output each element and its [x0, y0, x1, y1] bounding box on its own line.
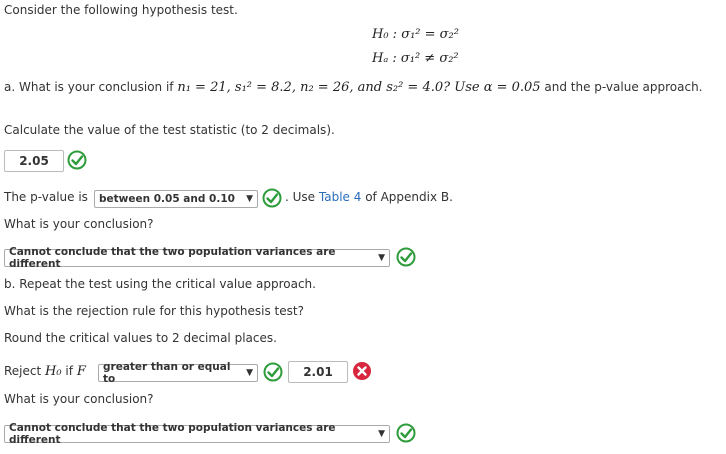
check-icon — [262, 188, 282, 208]
x-icon — [353, 362, 371, 380]
round-prompt: Round the critical values to 2 decimal p… — [4, 331, 277, 345]
part-a-question: a. What is your conclusion if n₁ = 21, s… — [4, 80, 703, 95]
conclusion-select-b[interactable]: Cannot conclude that the two population … — [4, 422, 390, 446]
pvalue-suffix: . Use Table 4 of Appendix B. — [285, 190, 453, 204]
part-a-question-prefix: a. What is your conclusion if — [4, 80, 174, 94]
check-icon — [396, 423, 416, 443]
rejection-rule-select[interactable]: greater than or equal to ▼ — [98, 361, 258, 385]
conclusion-prompt-a: What is your conclusion? — [4, 217, 154, 231]
chevron-down-icon: ▼ — [378, 253, 385, 263]
reject-if: if — [65, 364, 73, 378]
reject-prefix: Reject — [4, 364, 42, 378]
null-hypothesis: H₀ : σ₁² = σ₂² — [372, 27, 459, 42]
part-a-question-suffix: and the p-value approach. — [544, 80, 703, 94]
rejection-rule-select-value: greater than or equal to — [103, 361, 231, 385]
conclusion-select-b-value: Cannot conclude that the two population … — [9, 422, 336, 446]
pvalue-select[interactable]: between 0.05 and 0.10 ▼ — [94, 190, 258, 208]
chevron-down-icon: ▼ — [246, 368, 253, 378]
alt-hypothesis: Hₐ : σ₁² ≠ σ₂² — [372, 51, 459, 66]
calc-prompt: Calculate the value of the test statisti… — [4, 123, 335, 137]
pvalue-select-value: between 0.05 and 0.10 — [99, 193, 235, 205]
part-b-heading: b. Repeat the test using the critical va… — [4, 277, 316, 291]
chevron-down-icon: ▼ — [246, 194, 253, 204]
part-a-question-math: n₁ = 21, s₁² = 8.2, n₂ = 26, and s₂² = 4… — [177, 80, 541, 95]
reject-h0: H₀ — [45, 364, 62, 379]
conclusion-select-a[interactable]: Cannot conclude that the two population … — [4, 246, 390, 270]
pvalue-suffix-pre: . Use — [285, 190, 316, 204]
chevron-down-icon: ▼ — [378, 429, 385, 439]
critical-value-input[interactable]: 2.01 — [288, 361, 348, 383]
check-icon — [396, 247, 416, 267]
reject-f: F — [76, 364, 86, 379]
pvalue-prefix: The p-value is — [4, 190, 88, 204]
conclusion-prompt-b: What is your conclusion? — [4, 392, 154, 406]
check-icon — [67, 150, 87, 170]
table-4-link[interactable]: Table 4 — [319, 190, 361, 204]
reject-rule-text: Reject H₀ if F — [4, 364, 86, 379]
intro-text: Consider the following hypothesis test. — [4, 3, 238, 17]
pvalue-prefix-text: The p-value is — [4, 190, 88, 204]
conclusion-select-a-value: Cannot conclude that the two population … — [9, 246, 336, 270]
rejection-rule-prompt: What is the rejection rule for this hypo… — [4, 304, 304, 318]
pvalue-suffix-post: of Appendix B. — [365, 190, 453, 204]
test-statistic-input[interactable]: 2.05 — [4, 150, 64, 172]
check-icon — [263, 362, 283, 382]
